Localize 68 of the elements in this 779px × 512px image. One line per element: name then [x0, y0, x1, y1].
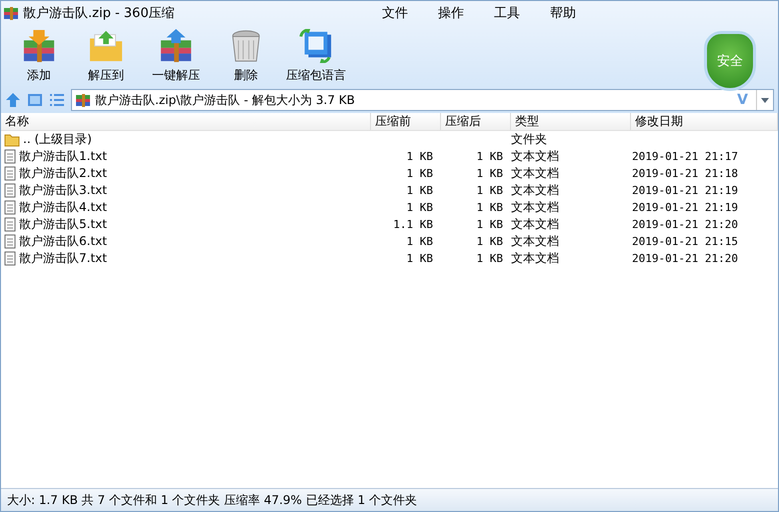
dropdown-icon[interactable] [761, 98, 769, 102]
table-cell-text: 1 KB [406, 167, 434, 180]
table-cell-text: 1 KB [476, 184, 504, 197]
text-file-icon [4, 251, 16, 266]
table-cell-text: 2019-01-21 21:19 [631, 201, 739, 214]
text-file-icon [4, 149, 16, 164]
window-title: 散户游击队.zip - 360压缩 [23, 5, 175, 22]
menu-item[interactable]: 文件 [380, 4, 410, 22]
table-cell-text: 2019-01-21 21:20 [631, 218, 739, 231]
table-cell-text: 2019-01-21 21:15 [631, 235, 739, 248]
toolbar-button[interactable]: 解压到 [71, 25, 141, 87]
text-file-icon [4, 234, 16, 249]
archive-icon [75, 92, 91, 108]
table-cell-text: 1 KB [476, 167, 504, 180]
table-cell-text: 1.1 KB [392, 218, 434, 231]
file-name[interactable]: .. (上级目录) [23, 131, 92, 148]
table-cell-text: 文本文档 [511, 216, 560, 233]
text-file-icon [4, 217, 16, 232]
list-view-icon[interactable] [49, 92, 65, 108]
large-icons-view-icon[interactable] [27, 92, 43, 108]
table-cell-text: 文本文档 [511, 165, 560, 182]
table-cell-text: 1 KB [476, 218, 504, 231]
table-cell-text: 1 KB [406, 184, 434, 197]
column-header[interactable]: 修改日期 [631, 113, 778, 130]
table-cell-text: 2019-01-21 21:17 [631, 150, 739, 163]
file-name[interactable]: 散户游击队4.txt [19, 199, 107, 216]
menu-item[interactable]: 工具 [492, 4, 522, 22]
table-cell-text: 2019-01-21 21:20 [631, 252, 739, 265]
file-name[interactable]: 散户游击队6.txt [19, 233, 107, 250]
text-file-icon [4, 183, 16, 198]
file-name[interactable]: 散户游击队3.txt [19, 182, 107, 199]
file-name[interactable]: 散户游击队7.txt [19, 250, 107, 267]
address-field[interactable]: 散户游击队.zip\散户游击队 - 解包大小为 3.7 KB V [71, 89, 774, 111]
column-header[interactable]: 压缩前 [371, 113, 441, 130]
table-cell-text: 1 KB [406, 252, 434, 265]
file-name[interactable]: 散户游击队2.txt [19, 165, 107, 182]
toolbar-button[interactable]: 添加 [7, 25, 71, 87]
table-cell-text: 文本文档 [511, 148, 560, 165]
column-header[interactable]: 压缩后 [441, 113, 511, 130]
text-file-icon [4, 200, 16, 215]
table-cell-text: 文本文档 [511, 233, 560, 250]
up-arrow-icon[interactable] [5, 92, 21, 108]
table-cell-text: 1 KB [476, 235, 504, 248]
table-cell-text: 1 KB [476, 201, 504, 214]
table-cell-text: 文本文档 [511, 182, 560, 199]
column-header[interactable]: 名称 [1, 113, 371, 130]
file-name[interactable]: 散户游击队5.txt [19, 216, 107, 233]
column-header[interactable]: 类型 [511, 113, 631, 130]
toolbar-button[interactable]: 压缩包语言 [281, 25, 351, 87]
table-cell-text: 1 KB [406, 150, 434, 163]
menu-item[interactable]: 帮助 [548, 4, 578, 22]
folder-icon [87, 29, 125, 63]
toolbar-button[interactable]: 一键解压 [141, 25, 211, 87]
table-cell-text: 1 KB [476, 150, 504, 163]
text-file-icon [4, 166, 16, 181]
table-cell-text: 2019-01-21 21:19 [631, 184, 739, 197]
table-cell-text: 1 KB [406, 235, 434, 248]
archive-icon [3, 5, 19, 21]
table-cell-text: 文件夹 [511, 131, 548, 148]
status-text: 大小: 1.7 KB 共 7 个文件和 1 个文件夹 压缩率 47.9% 已经选择 1 个文件夹 [7, 492, 418, 508]
table-cell-text: 1 KB [476, 252, 504, 265]
table-cell-text: 文本文档 [511, 199, 560, 216]
file-name[interactable]: 散户游击队1.txt [19, 148, 107, 165]
table-cell-text: 2019-01-21 21:18 [631, 167, 739, 180]
menu-item[interactable]: 操作 [436, 4, 466, 22]
table-cell-text: 1 KB [406, 201, 434, 214]
table-cell-text: 文本文档 [511, 250, 560, 267]
toolbar-button[interactable]: 删除 [211, 25, 281, 87]
